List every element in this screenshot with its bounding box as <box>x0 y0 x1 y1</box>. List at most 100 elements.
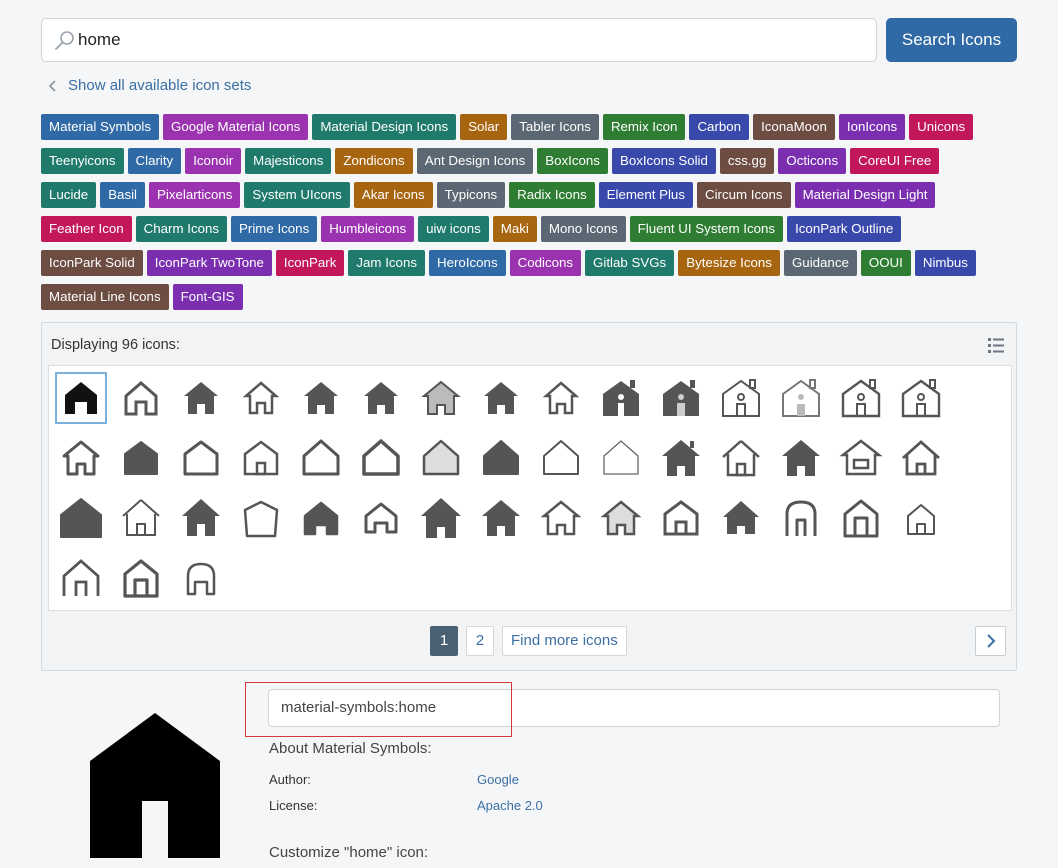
icon-set-tag[interactable]: css.gg <box>719 148 775 174</box>
home-icon-result[interactable] <box>775 432 827 484</box>
icon-set-tag[interactable]: Radix Icons <box>509 182 595 208</box>
icon-set-tag[interactable]: Lucide <box>41 182 97 208</box>
icon-set-tag[interactable]: IconPark Solid <box>41 250 143 276</box>
home-icon-result[interactable] <box>415 432 467 484</box>
icon-set-tag[interactable]: IconPark TwoTone <box>146 250 272 276</box>
home-icon-result[interactable] <box>415 372 467 424</box>
icon-set-tag[interactable]: Tabler Icons <box>511 114 599 140</box>
home-icon-result[interactable] <box>775 372 827 424</box>
icon-set-tag[interactable]: Carbon <box>689 114 750 140</box>
icon-set-tag[interactable]: Guidance <box>783 250 857 276</box>
icon-set-tag[interactable]: Element Plus <box>598 182 693 208</box>
home-icon-result[interactable] <box>175 432 227 484</box>
icon-set-tag[interactable]: Teenyicons <box>41 148 124 174</box>
page-button[interactable]: 2 <box>466 626 494 656</box>
icon-set-tag[interactable]: Iconoir <box>185 148 242 174</box>
home-icon-result[interactable] <box>175 552 227 604</box>
icon-set-tag[interactable]: Material Symbols <box>41 114 159 140</box>
home-icon-result[interactable] <box>55 552 107 604</box>
home-icon-result[interactable] <box>355 372 407 424</box>
home-icon-result[interactable] <box>535 492 587 544</box>
icon-set-tag[interactable]: CoreUI Free <box>850 148 940 174</box>
icon-set-tag[interactable]: Prime Icons <box>231 216 318 242</box>
icon-set-tag[interactable]: Humbleicons <box>321 216 415 242</box>
icon-set-tag[interactable]: Material Line Icons <box>41 284 169 310</box>
home-icon-result[interactable] <box>835 432 887 484</box>
home-icon-result[interactable] <box>535 432 587 484</box>
search-box[interactable] <box>41 18 877 62</box>
icon-set-tag[interactable]: HeroIcons <box>429 250 506 276</box>
home-icon-result[interactable] <box>775 492 827 544</box>
page-button[interactable]: 1 <box>430 626 458 656</box>
home-icon-result[interactable] <box>55 432 107 484</box>
icon-set-tag[interactable]: Zondicons <box>335 148 413 174</box>
home-icon-result[interactable] <box>715 432 767 484</box>
icon-set-tag[interactable]: IconaMoon <box>753 114 835 140</box>
icon-set-tag[interactable]: Maki <box>492 216 537 242</box>
icon-set-tag[interactable]: Remix Icon <box>602 114 686 140</box>
home-icon-result[interactable] <box>475 492 527 544</box>
home-icon-result[interactable] <box>235 372 287 424</box>
find-more-button[interactable]: Find more icons <box>502 626 627 656</box>
search-button[interactable]: Search Icons <box>886 18 1017 62</box>
icon-set-tag[interactable]: IconPark <box>275 250 345 276</box>
icon-set-tag[interactable]: Mono Icons <box>540 216 626 242</box>
home-icon-result[interactable] <box>295 432 347 484</box>
icon-set-tag[interactable]: Charm Icons <box>135 216 228 242</box>
home-icon-result[interactable] <box>115 432 167 484</box>
home-icon-result[interactable] <box>355 432 407 484</box>
home-icon-result[interactable] <box>835 492 887 544</box>
home-icon-result[interactable] <box>895 372 947 424</box>
home-icon-result[interactable] <box>55 372 107 424</box>
home-icon-result[interactable] <box>115 372 167 424</box>
home-icon-result[interactable] <box>355 492 407 544</box>
home-icon-result[interactable] <box>415 492 467 544</box>
home-icon-result[interactable] <box>475 432 527 484</box>
author-link[interactable]: Google <box>477 772 519 787</box>
icon-set-tag[interactable]: Fluent UI System Icons <box>629 216 784 242</box>
icon-set-tag[interactable]: System UIcons <box>244 182 350 208</box>
home-icon-result[interactable] <box>715 372 767 424</box>
home-icon-result[interactable] <box>295 372 347 424</box>
icon-set-tag[interactable]: Circum Icons <box>696 182 791 208</box>
icon-set-tag[interactable]: Majesticons <box>245 148 332 174</box>
icon-set-tag[interactable]: Basil <box>100 182 146 208</box>
icon-set-tag[interactable]: Solar <box>460 114 508 140</box>
icon-set-tag[interactable]: Octicons <box>778 148 847 174</box>
home-icon-result[interactable] <box>835 372 887 424</box>
icon-set-tag[interactable]: IonIcons <box>838 114 906 140</box>
home-icon-result[interactable] <box>535 372 587 424</box>
icon-set-tag[interactable]: BoxIcons Solid <box>611 148 716 174</box>
icon-set-tag[interactable]: uiw icons <box>418 216 489 242</box>
icon-set-tag[interactable]: Google Material Icons <box>162 114 309 140</box>
icon-set-tag[interactable]: Nimbus <box>914 250 976 276</box>
icon-set-tag[interactable]: Material Design Light <box>794 182 936 208</box>
next-page-button[interactable] <box>975 626 1006 656</box>
icon-set-tag[interactable]: Codicons <box>509 250 582 276</box>
home-icon-result[interactable] <box>655 432 707 484</box>
home-icon-result[interactable] <box>175 492 227 544</box>
home-icon-result[interactable] <box>895 492 947 544</box>
icon-set-tag[interactable]: OOUI <box>860 250 911 276</box>
icon-set-tag[interactable]: Clarity <box>127 148 182 174</box>
home-icon-result[interactable] <box>475 372 527 424</box>
icon-set-tag[interactable]: Jam Icons <box>348 250 425 276</box>
home-icon-result[interactable] <box>895 432 947 484</box>
icon-set-tag[interactable]: Font-GIS <box>172 284 243 310</box>
home-icon-result[interactable] <box>175 372 227 424</box>
icon-set-tag[interactable]: Bytesize Icons <box>678 250 780 276</box>
home-icon-result[interactable] <box>295 492 347 544</box>
home-icon-result[interactable] <box>235 432 287 484</box>
home-icon-result[interactable] <box>115 552 167 604</box>
list-view-icon[interactable] <box>988 336 1004 354</box>
icon-set-tag[interactable]: Ant Design Icons <box>416 148 534 174</box>
home-icon-result[interactable] <box>595 492 647 544</box>
home-icon-result[interactable] <box>595 432 647 484</box>
license-link[interactable]: Apache 2.0 <box>477 798 543 813</box>
home-icon-result[interactable] <box>55 492 107 544</box>
icon-set-tag[interactable]: Akar Icons <box>353 182 433 208</box>
show-all-sets-link[interactable]: Show all available icon sets <box>48 77 251 94</box>
icon-set-tag[interactable]: BoxIcons <box>537 148 608 174</box>
icon-set-tag[interactable]: Unicons <box>909 114 974 140</box>
home-icon-result[interactable] <box>235 492 287 544</box>
